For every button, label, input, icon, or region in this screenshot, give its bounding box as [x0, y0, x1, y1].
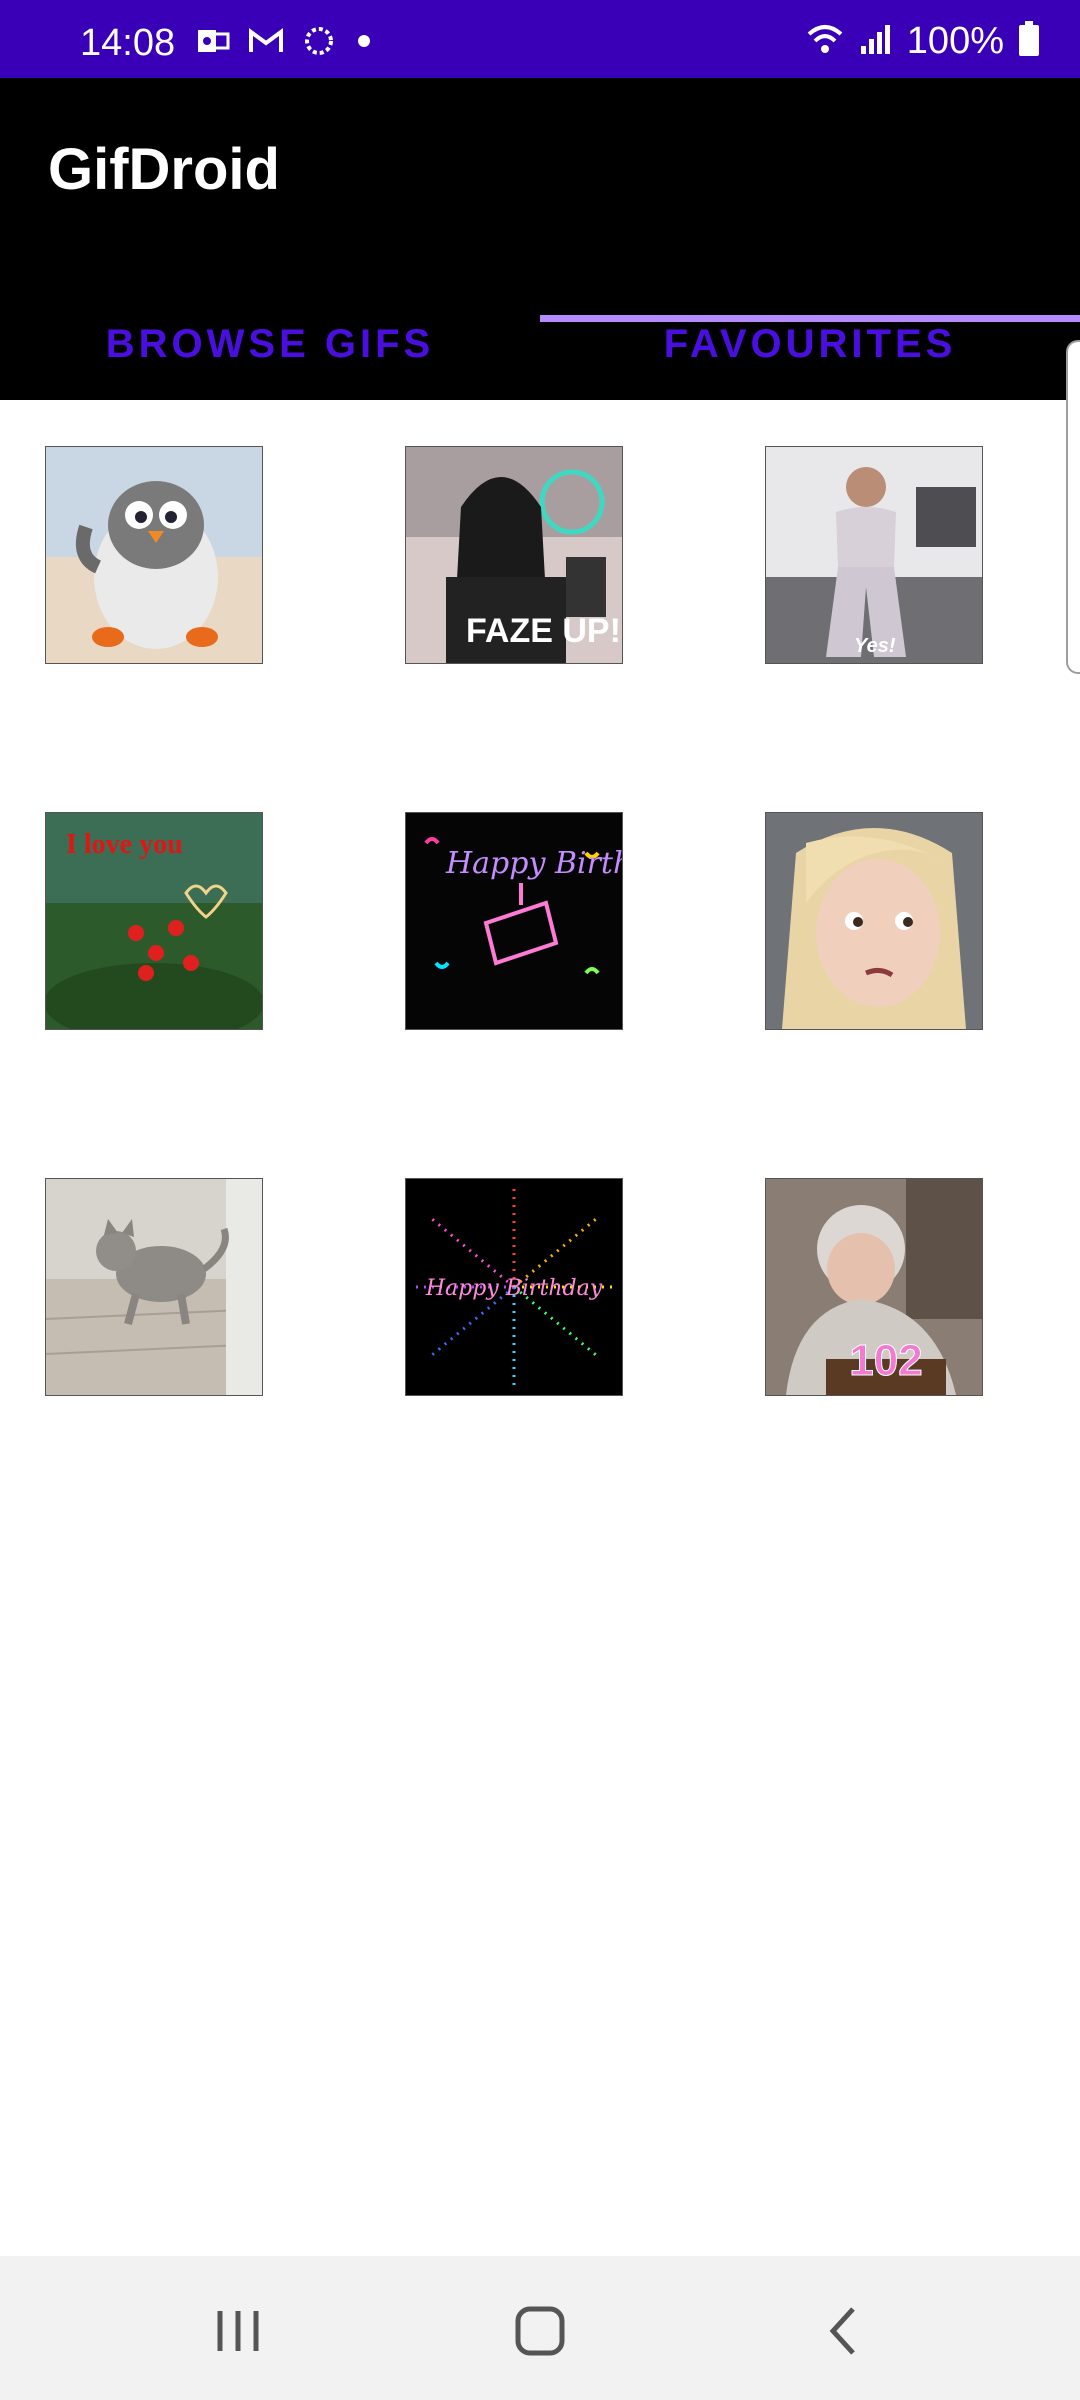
- birthday-102-image: 102: [766, 1179, 982, 1395]
- status-bar: 14:08 100%: [0, 0, 1080, 78]
- birthday-neon-image: Happy Birthday: [406, 813, 622, 1029]
- back-button[interactable]: [804, 2296, 884, 2366]
- signal-icon: [859, 22, 893, 61]
- system-navigation-bar: [0, 2256, 1080, 2400]
- penguin-image: [46, 447, 262, 663]
- recents-icon: [217, 2311, 259, 2351]
- gif-birthday-102[interactable]: 102: [765, 1178, 983, 1396]
- status-time: 14:08: [80, 22, 176, 64]
- home-icon: [515, 2306, 565, 2356]
- tab-browse-gifs[interactable]: BROWSE GIFS: [0, 288, 540, 400]
- i-love-you-image: I love you: [46, 813, 262, 1029]
- selected-tab-indicator: [540, 315, 1080, 322]
- back-icon: [829, 2307, 855, 2355]
- tab-favourites[interactable]: FAVOURITES: [540, 288, 1080, 400]
- kitten-image: [46, 1179, 262, 1395]
- gif-penguin[interactable]: [45, 446, 263, 664]
- birthday-fireworks-image: Happy Birthday: [406, 1179, 622, 1395]
- dot-icon: [354, 31, 374, 56]
- yes-caption: Yes!: [854, 635, 896, 657]
- battery-icon: [1018, 21, 1040, 62]
- birthday-102-caption: 102: [849, 1336, 922, 1385]
- gmail-icon: [248, 27, 284, 60]
- gif-happy-birthday-neon[interactable]: Happy Birthday: [405, 812, 623, 1030]
- recents-button[interactable]: [198, 2296, 278, 2366]
- system-icons: 100%: [805, 20, 1040, 63]
- gif-happy-birthday-fireworks[interactable]: Happy Birthday: [405, 1178, 623, 1396]
- faze-up-caption: FAZE UP!: [466, 612, 621, 650]
- gif-kitten[interactable]: [45, 1178, 263, 1396]
- faze-up-image: FAZE UP!: [406, 447, 622, 663]
- home-button[interactable]: [500, 2296, 580, 2366]
- notification-icons: [196, 24, 374, 63]
- edge-panel-handle[interactable]: [1066, 340, 1080, 674]
- love-caption: I love you: [66, 829, 183, 860]
- app-title: GifDroid: [48, 137, 280, 202]
- app-bar: GifDroid BROWSE GIFS FAVOURITES: [0, 78, 1080, 400]
- gif-yes-workout[interactable]: Yes!: [765, 446, 983, 664]
- sync-icon: [302, 24, 336, 63]
- workout-image: Yes!: [766, 447, 982, 663]
- gif-i-love-you[interactable]: I love you: [45, 812, 263, 1030]
- tab-bar: BROWSE GIFS FAVOURITES: [0, 288, 1080, 400]
- side-eye-girl-image: [766, 813, 982, 1029]
- gif-faze-up[interactable]: FAZE UP!: [405, 446, 623, 664]
- birthday-neon-caption: Happy Birthday: [445, 846, 622, 881]
- gif-side-eye-girl[interactable]: [765, 812, 983, 1030]
- battery-percentage: 100%: [906, 20, 1004, 62]
- wifi-icon: [805, 22, 845, 61]
- outlook-icon: [196, 26, 230, 61]
- birthday-fireworks-caption: Happy Birthday: [425, 1276, 603, 1301]
